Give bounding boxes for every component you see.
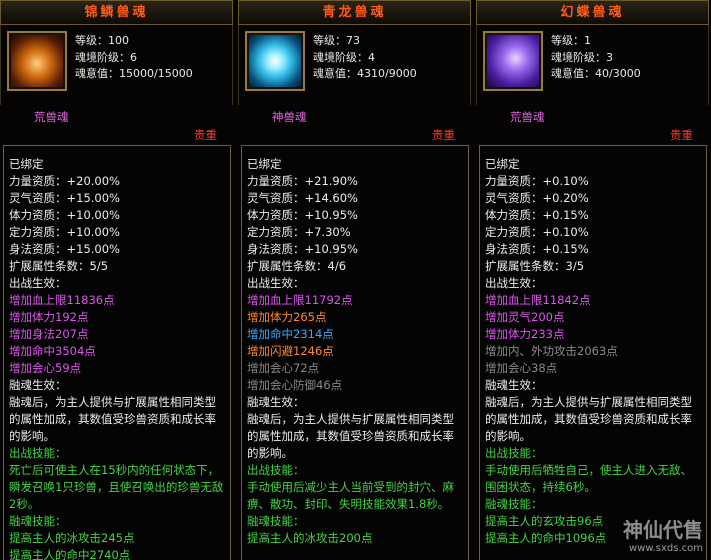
soul-type-label: 神兽魂: [272, 110, 307, 124]
bound-status: 已绑定: [485, 157, 520, 171]
watermark-main: 神仙代售: [623, 518, 703, 542]
panel-title: 锦鳞兽魂: [0, 0, 233, 25]
soul-panel-qinglong: 青龙兽魂 等级：73 魂境阶级：4 魂意值：4310/9000 神兽魂 贵重 已…: [238, 0, 471, 560]
fusion-skill: 提高主人的冰攻击200点: [247, 531, 373, 545]
battle-title: 出战生效：: [247, 276, 305, 290]
soul-panel-huandie: 幻蝶兽魂 等级：1 魂境阶级：3 魂意值：40/3000 荒兽魂 贵重 已绑定 …: [476, 0, 709, 560]
soul-type-label: 荒兽魂: [510, 110, 545, 124]
fusion-title: 融魂生效：: [247, 395, 305, 409]
skill-title: 出战技能：: [485, 446, 543, 460]
will-text: 魂意值：40/3000: [551, 67, 641, 80]
fusion-skill-title: 融魂技能：: [485, 497, 543, 511]
qual-line: 灵气资质：+0.20%: [485, 191, 589, 205]
realm-text: 魂境阶级：3: [551, 50, 613, 64]
qual-line: 体力资质：+0.15%: [485, 208, 589, 222]
fusion-desc: 融魂后，为主人提供与扩展属性相同类型的属性加成，其数值受珍兽资质和成长率的影响。: [9, 395, 216, 443]
skill-desc: 手动使用后牺牲自己，使主人进入无敌、围困状态，持续6秒。: [485, 463, 692, 494]
battle-effect: 增加会心59点: [9, 361, 82, 375]
panel-header: 等级：73 魂境阶级：4 魂意值：4310/9000: [238, 25, 471, 105]
level-text: 等级：1: [551, 34, 591, 47]
type-row: 荒兽魂 贵重: [476, 105, 709, 145]
will-text: 魂意值：4310/9000: [313, 67, 417, 80]
qual-line: 力量资质：+20.00%: [9, 174, 120, 188]
battle-effect: 增加会心防御46点: [247, 378, 343, 392]
soul-stats: 等级：100 魂境阶级：6 魂意值：15000/15000: [75, 33, 193, 83]
qual-line: 灵气资质：+15.00%: [9, 191, 120, 205]
battle-title: 出战生效：: [485, 276, 543, 290]
panel-header: 等级：100 魂境阶级：6 魂意值：15000/15000: [0, 25, 233, 105]
panel-title: 青龙兽魂: [238, 0, 471, 25]
type-row: 神兽魂 贵重: [238, 105, 471, 145]
fusion-skill: 提高主人的命中2740点: [9, 548, 131, 560]
ext-count: 扩展属性条数：5/5: [9, 259, 109, 273]
battle-title: 出战生效：: [9, 276, 67, 290]
qual-line: 体力资质：+10.00%: [9, 208, 120, 222]
description-box: 已绑定 力量资质：+20.00% 灵气资质：+15.00% 体力资质：+10.0…: [3, 145, 231, 560]
qual-line: 灵气资质：+14.60%: [247, 191, 358, 205]
ext-count: 扩展属性条数：4/6: [247, 259, 347, 273]
dragon-soul-icon[interactable]: [245, 31, 305, 91]
qual-line: 定力资质：+7.30%: [247, 225, 351, 239]
fusion-desc: 融魂后，为主人提供与扩展属性相同类型的属性加成，其数值受珍兽资质和成长率的影响。: [485, 395, 692, 443]
qual-line: 力量资质：+21.90%: [247, 174, 358, 188]
watermark-url: www.sxds.com: [628, 543, 703, 554]
battle-effect: 增加血上限11792点: [247, 293, 353, 307]
butterfly-soul-icon[interactable]: [483, 31, 543, 91]
fusion-title: 融魂生效：: [9, 378, 67, 392]
fusion-skill-title: 融魂技能：: [9, 514, 67, 528]
battle-effect: 增加血上限11836点: [9, 293, 115, 307]
soul-panel-jinlin: 锦鳞兽魂 等级：100 魂境阶级：6 魂意值：15000/15000 荒兽魂 贵…: [0, 0, 233, 560]
battle-effect: 增加灵气200点: [485, 310, 565, 324]
qual-line: 身法资质：+15.00%: [9, 242, 120, 256]
description-box: 已绑定 力量资质：+0.10% 灵气资质：+0.20% 体力资质：+0.15% …: [479, 145, 707, 560]
battle-effect: 增加体力192点: [9, 310, 89, 324]
realm-text: 魂境阶级：4: [313, 50, 375, 64]
skill-title: 出战技能：: [247, 463, 305, 477]
rarity-label: 贵重: [432, 128, 455, 142]
level-text: 等级：73: [313, 34, 360, 47]
will-text: 魂意值：15000/15000: [75, 67, 193, 80]
battle-effect: 增加命中3504点: [9, 344, 96, 358]
level-text: 等级：100: [75, 34, 129, 47]
battle-effect: 增加体力265点: [247, 310, 327, 324]
fusion-desc: 融魂后，为主人提供与扩展属性相同类型的属性加成，其数值受珍兽资质和成长率的影响。: [247, 412, 454, 460]
qual-line: 定力资质：+0.10%: [485, 225, 589, 239]
ext-count: 扩展属性条数：3/5: [485, 259, 585, 273]
qual-line: 体力资质：+10.95%: [247, 208, 358, 222]
battle-effect: 增加血上限11842点: [485, 293, 591, 307]
type-row: 荒兽魂 贵重: [0, 105, 233, 145]
battle-effect: 增加命中2314点: [247, 327, 334, 341]
qual-line: 身法资质：+10.95%: [247, 242, 358, 256]
qual-line: 定力资质：+10.00%: [9, 225, 120, 239]
battle-effect: 增加内、外功攻击2063点: [485, 344, 618, 358]
realm-text: 魂境阶级：6: [75, 50, 137, 64]
battle-effect: 增加会心38点: [485, 361, 558, 375]
bound-status: 已绑定: [9, 157, 44, 171]
qual-line: 力量资质：+0.10%: [485, 174, 589, 188]
rarity-label: 贵重: [194, 128, 217, 142]
site-watermark: 神仙代售 www.sxds.com: [623, 514, 703, 554]
battle-effect: 增加闪避1246点: [247, 344, 334, 358]
skill-desc: 手动使用后减少主人当前受到的封穴、麻痹、散功、封印、失明技能效果1.8秒。: [247, 480, 454, 511]
battle-effect: 增加会心72点: [247, 361, 320, 375]
soul-type-label: 荒兽魂: [34, 110, 69, 124]
description-box: 已绑定 力量资质：+21.90% 灵气资质：+14.60% 体力资质：+10.9…: [241, 145, 469, 560]
rarity-label: 贵重: [670, 128, 693, 142]
fusion-skill-title: 融魂技能：: [247, 514, 305, 528]
battle-effect: 增加身法207点: [9, 327, 89, 341]
fusion-skill: 提高主人的冰攻击245点: [9, 531, 135, 545]
soul-stats: 等级：1 魂境阶级：3 魂意值：40/3000: [551, 33, 641, 83]
fusion-title: 融魂生效：: [485, 378, 543, 392]
carp-soul-icon[interactable]: [7, 31, 67, 91]
bound-status: 已绑定: [247, 157, 282, 171]
panel-header: 等级：1 魂境阶级：3 魂意值：40/3000: [476, 25, 709, 105]
qual-line: 身法资质：+0.15%: [485, 242, 589, 256]
soul-stats: 等级：73 魂境阶级：4 魂意值：4310/9000: [313, 33, 417, 83]
skill-title: 出战技能：: [9, 446, 67, 460]
battle-effect: 增加体力233点: [485, 327, 565, 341]
skill-desc: 死亡后可使主人在15秒内的任何状态下，瞬发召唤1只珍兽，且使召唤出的珍兽无敌2秒…: [9, 463, 224, 511]
panel-title: 幻蝶兽魂: [476, 0, 709, 25]
